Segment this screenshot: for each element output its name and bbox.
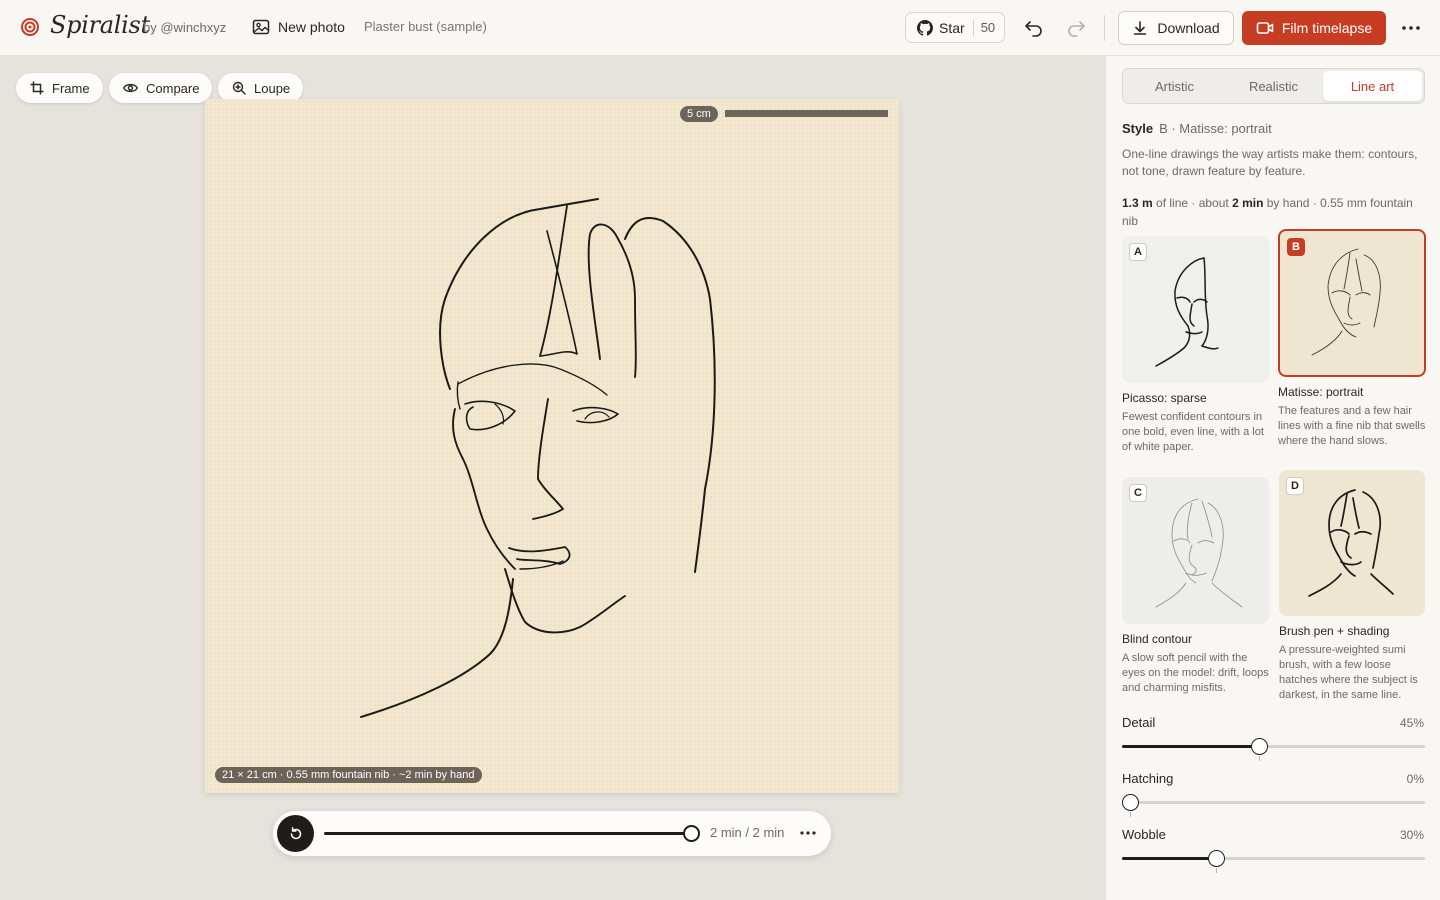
- undo-icon[interactable]: [1022, 16, 1046, 40]
- author-byline[interactable]: by @winchxyz: [143, 20, 226, 35]
- app-title: Spiralist: [50, 11, 150, 39]
- style-title: Brush pen + shading: [1279, 624, 1390, 638]
- style-card-b[interactable]: B Matisse: portrait The features and a f…: [1278, 229, 1426, 449]
- hatching-value: 0%: [1406, 772, 1424, 786]
- style-card-d[interactable]: D Brush pen + shading A pressure-weighte…: [1279, 470, 1427, 703]
- slider-thumb[interactable]: [1122, 794, 1139, 817]
- hatching-label: Hatching: [1122, 771, 1174, 786]
- playback-time: 2 min / 2 min: [710, 825, 785, 840]
- style-thumbnail: D: [1279, 470, 1425, 616]
- detail-value: 45%: [1399, 716, 1424, 730]
- frame-label: Frame: [52, 80, 90, 96]
- compare-label: Compare: [146, 80, 200, 96]
- compare-button[interactable]: Compare: [109, 73, 213, 103]
- hatching-slider[interactable]: [1122, 794, 1425, 817]
- line-length: 1.3 m: [1122, 196, 1153, 210]
- slider-thumb[interactable]: [1208, 850, 1225, 873]
- wobble-slider[interactable]: [1122, 850, 1425, 873]
- more-horizontal-icon[interactable]: [1400, 16, 1422, 40]
- tab-artistic[interactable]: Artistic: [1125, 71, 1224, 101]
- style-description: One-line drawings the way artists make t…: [1122, 147, 1418, 178]
- loupe-label: Loupe: [254, 80, 291, 96]
- drawing-canvas[interactable]: 5 cm 21 × 21 cm · 0.55 mm fountain nib ·…: [205, 99, 899, 793]
- video-icon: [1256, 22, 1274, 34]
- eye-icon: [123, 83, 138, 93]
- paper-caption: 21 × 21 cm · 0.55 mm fountain nib · ~2 m…: [215, 767, 482, 783]
- frame-button[interactable]: Frame: [16, 73, 103, 103]
- tab-realistic[interactable]: Realistic: [1224, 71, 1323, 101]
- line-art-portrait: [360, 198, 716, 718]
- sample-name: Plaster bust (sample): [364, 19, 487, 34]
- download-icon: [1134, 21, 1147, 35]
- style-card-description: A slow soft pencil with the eyes on the …: [1122, 652, 1269, 694]
- mode-tabs: Artistic Realistic Line art: [1122, 68, 1425, 104]
- style-card-description: Fewest confident contours in one bold, e…: [1122, 411, 1264, 453]
- film-timelapse-button[interactable]: Film timelapse: [1242, 11, 1386, 45]
- style-card-description: The features and a few hair lines with a…: [1278, 405, 1426, 447]
- film-label: Film timelapse: [1281, 20, 1373, 36]
- detail-slider[interactable]: [1122, 738, 1425, 761]
- draw-time: 2 min: [1232, 196, 1264, 210]
- new-photo-button[interactable]: New photo: [244, 11, 353, 43]
- playback-track[interactable]: [324, 832, 692, 835]
- style-letter-badge: B: [1287, 238, 1305, 256]
- style-thumbnail: B: [1278, 229, 1426, 377]
- style-letter-badge: C: [1129, 484, 1147, 502]
- replay-icon: [290, 826, 301, 839]
- redo-icon[interactable]: [1064, 16, 1088, 40]
- download-label: Download: [1157, 20, 1220, 36]
- github-icon: [917, 19, 933, 36]
- style-thumbnail: A: [1122, 236, 1269, 383]
- wobble-value: 30%: [1399, 828, 1424, 842]
- slider-fill: [1122, 857, 1216, 860]
- style-selected: B · Matisse: portrait: [1159, 121, 1272, 136]
- playback-thumb[interactable]: [683, 825, 700, 842]
- star-count: 50: [980, 20, 996, 35]
- replay-button[interactable]: [277, 815, 314, 852]
- toolbar-divider: [1104, 15, 1105, 41]
- scale-bar: [725, 110, 888, 117]
- github-star-button[interactable]: Star 50: [905, 12, 1005, 43]
- style-thumbnail: C: [1122, 477, 1269, 624]
- slider-fill: [1122, 745, 1259, 748]
- style-heading-label: Style: [1122, 121, 1154, 136]
- style-heading: Style B · Matisse: portrait: [1122, 121, 1272, 136]
- style-panel: Artistic Realistic Line art Style B · Mat…: [1105, 56, 1440, 900]
- new-photo-label: New photo: [278, 19, 345, 35]
- crop-icon: [30, 81, 44, 95]
- style-title: Blind contour: [1122, 632, 1193, 646]
- detail-label: Detail: [1122, 715, 1156, 730]
- line-stats: 1.3 m of line · about 2 min by hand · 0.…: [1122, 194, 1427, 230]
- style-card-description: A pressure-weighted sumi brush, with a f…: [1279, 644, 1418, 701]
- style-letter-badge: D: [1286, 477, 1304, 495]
- slider-thumb[interactable]: [1251, 738, 1268, 761]
- style-title: Picasso: sparse: [1122, 391, 1207, 405]
- scale-label: 5 cm: [680, 106, 718, 122]
- tab-line-art[interactable]: Line art: [1323, 71, 1422, 101]
- wobble-label: Wobble: [1122, 827, 1166, 842]
- more-horizontal-icon[interactable]: [798, 823, 818, 843]
- divider: [972, 18, 974, 37]
- download-button[interactable]: Download: [1118, 11, 1234, 45]
- style-letter-badge: A: [1129, 243, 1147, 261]
- image-icon: [252, 19, 270, 35]
- spiral-icon: [21, 18, 39, 36]
- top-bar: Spiralist by @winchxyz New photo Plaster…: [0, 0, 1440, 56]
- line-length-suffix: of line · about: [1152, 196, 1233, 210]
- zoom-in-icon: [232, 81, 246, 95]
- star-label: Star: [939, 19, 965, 36]
- style-title: Matisse: portrait: [1278, 385, 1364, 399]
- timelapse-player: 2 min / 2 min: [273, 811, 831, 856]
- style-card-c[interactable]: C Blind contour A slow soft pencil with …: [1122, 477, 1270, 696]
- style-card-a[interactable]: A Picasso: sparse Fewest confident conto…: [1122, 236, 1270, 455]
